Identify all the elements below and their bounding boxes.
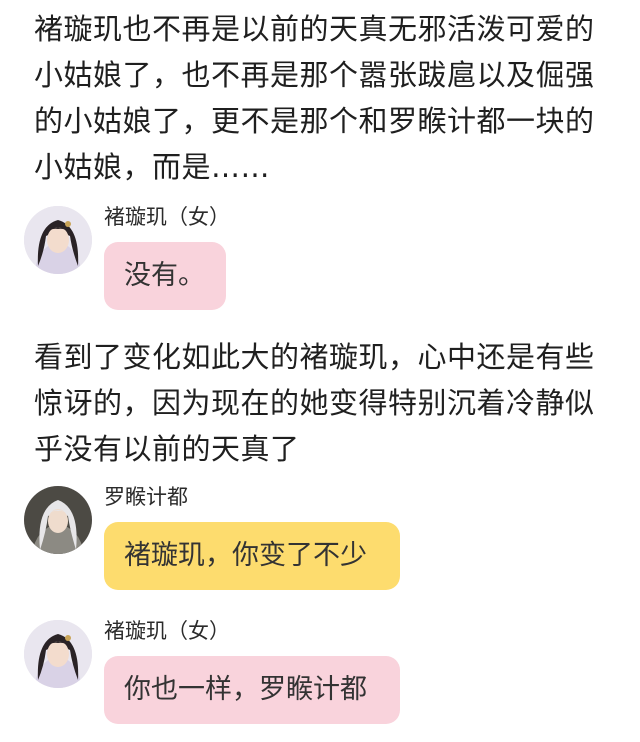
sender-name: 褚璇玑（女）	[104, 205, 230, 229]
message-bubble[interactable]: 没有。	[104, 242, 226, 310]
sender-name: 褚璇玑（女）	[104, 619, 230, 643]
message-bubble[interactable]: 褚璇玑，你变了不少	[104, 522, 400, 590]
female-avatar[interactable]	[24, 206, 92, 274]
sender-name: 罗睺计都	[104, 485, 188, 509]
narration-paragraph: 褚璇玑也不再是以前的天真无邪活泼可爱的小姑娘了，也不再是那个嚣张跋扈以及倔强的小…	[34, 12, 595, 184]
female-avatar[interactable]	[24, 620, 92, 688]
message-bubble[interactable]: 你也一样，罗睺计都	[104, 656, 400, 724]
narration-paragraph: 看到了变化如此大的褚璇玑，心中还是有些惊讶的，因为现在的她变得特别沉着冷静似乎没…	[34, 340, 595, 466]
male-avatar[interactable]	[24, 486, 92, 554]
